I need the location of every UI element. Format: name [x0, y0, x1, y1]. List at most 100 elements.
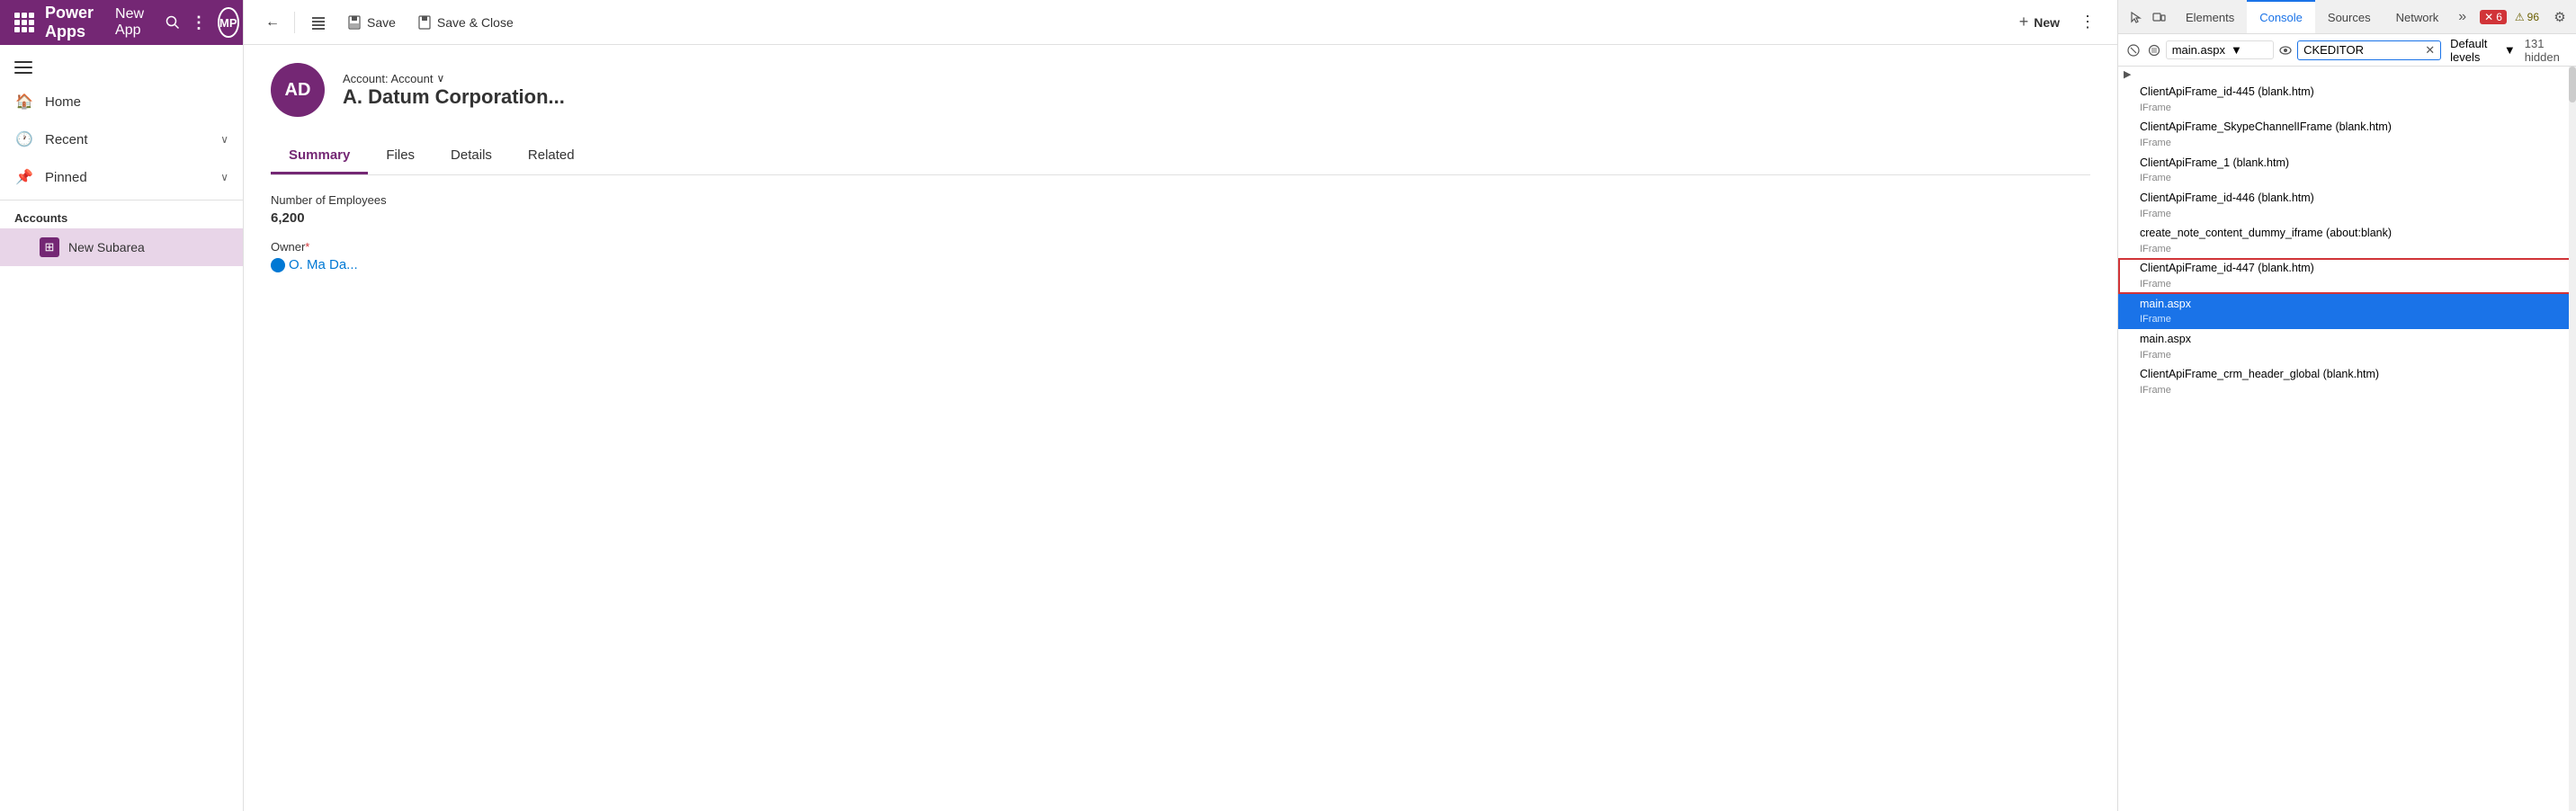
back-button[interactable]: ← — [258, 9, 287, 36]
clear-console-icon[interactable] — [2125, 40, 2142, 61]
sidebar: 🏠 Home 🕐 Recent ∨ 📌 Pinned ∨ Accounts ⊞ … — [0, 45, 243, 266]
tab-summary[interactable]: Summary — [271, 138, 368, 174]
tabs-bar: Summary Files Details Related — [271, 138, 2090, 175]
list-item[interactable]: ClientApiFrame_id-446 (blank.htm) IFrame — [2118, 188, 2576, 223]
more-commands-button[interactable]: ⋮ — [2072, 7, 2103, 37]
devtools-tab-elements[interactable]: Elements — [2173, 0, 2247, 33]
tab-related[interactable]: Related — [510, 138, 593, 174]
item-main-text: ClientApiFrame_SkypeChannelIFrame (blank… — [2140, 119, 2567, 136]
save-close-button[interactable]: Save & Close — [408, 10, 523, 35]
list-item[interactable]: ClientApiFrame_1 (blank.htm) IFrame — [2118, 153, 2576, 188]
apps-grid-icon[interactable] — [14, 13, 34, 32]
new-label: New — [2034, 15, 2060, 30]
inspect-element-icon[interactable] — [2125, 6, 2147, 28]
item-main-text: main.aspx — [2140, 296, 2567, 313]
employees-value: 6,200 — [271, 210, 2090, 226]
scrollbar-thumb[interactable] — [2569, 67, 2576, 102]
save-close-label: Save & Close — [437, 15, 514, 30]
home-icon: 🏠 — [14, 92, 34, 111]
field-employees: Number of Employees 6,200 — [271, 193, 2090, 226]
item-main-text: create_note_content_dummy_iframe (about:… — [2140, 225, 2567, 242]
sidebar-item-recent[interactable]: 🕐 Recent ∨ — [0, 120, 243, 158]
error-badge[interactable]: ✕ 6 — [2480, 10, 2507, 24]
levels-label: Default levels — [2450, 37, 2500, 64]
more-options-button[interactable]: ⋮ — [191, 10, 207, 35]
employees-label: Number of Employees — [271, 193, 2090, 207]
list-item-selected[interactable]: main.aspx IFrame — [2118, 294, 2576, 329]
devtools-tab-console[interactable]: Console — [2247, 0, 2315, 33]
tab-details[interactable]: Details — [433, 138, 510, 174]
sidebar-item-home[interactable]: 🏠 Home — [0, 83, 243, 120]
sidebar-hamburger-button[interactable] — [0, 52, 243, 83]
owner-value[interactable]: O. Ma Da... — [271, 257, 2090, 272]
field-owner: Owner* O. Ma Da... — [271, 240, 2090, 272]
levels-chevron-icon: ▼ — [2504, 43, 2516, 57]
user-avatar[interactable]: MP — [218, 7, 239, 38]
list-item[interactable]: ClientApiFrame_crm_header_global (blank.… — [2118, 364, 2576, 399]
record-entity-label: Account: Account ∨ — [343, 72, 565, 85]
item-sub-text: IFrame — [2140, 136, 2567, 151]
item-main-text: ClientApiFrame_crm_header_global (blank.… — [2140, 366, 2567, 383]
new-button[interactable]: + New — [2010, 7, 2069, 37]
search-button[interactable] — [165, 10, 180, 35]
warning-icon: ⚠ — [2515, 11, 2525, 23]
eye-icon[interactable] — [2277, 40, 2294, 61]
record-header: AD Account: Account ∨ A. Datum Corporati… — [271, 63, 2090, 117]
filter-input-wrap[interactable]: ✕ — [2297, 40, 2441, 60]
form-section: Number of Employees 6,200 Owner* O. Ma D… — [271, 193, 2090, 301]
context-selector[interactable]: main.aspx ▼ — [2166, 40, 2274, 59]
list-item[interactable]: ClientApiFrame_id-447 (blank.htm) IFrame — [2118, 258, 2576, 293]
hidden-count: 131 hidden — [2525, 37, 2569, 64]
item-sub-text: IFrame — [2140, 171, 2567, 186]
cmd-divider — [294, 12, 295, 33]
app-name: New App — [115, 6, 144, 39]
sidebar-item-recent-label: Recent — [45, 132, 210, 147]
devtools-panel: Elements Console Sources Network » ✕ 6 ⚠… — [2117, 0, 2576, 811]
filter-input[interactable] — [2303, 43, 2421, 57]
levels-selector[interactable]: Default levels ▼ — [2445, 35, 2521, 66]
hamburger-icon — [14, 61, 32, 74]
item-sub-text: IFrame — [2140, 101, 2567, 116]
recent-chevron-icon: ∨ — [220, 133, 228, 146]
expand-arrow[interactable]: ▶ — [2118, 67, 2576, 82]
item-main-text: ClientApiFrame_1 (blank.htm) — [2140, 155, 2567, 172]
sidebar-item-pinned[interactable]: 📌 Pinned ∨ — [0, 158, 243, 196]
left-panel: Power Apps New App ⋮ MP 🏠 Home 🕐 Recent … — [0, 0, 243, 811]
scrollbar-track[interactable] — [2569, 67, 2576, 811]
context-value: main.aspx — [2172, 43, 2225, 57]
warning-count: 96 — [2527, 11, 2539, 23]
item-sub-text: IFrame — [2140, 277, 2567, 292]
main-content: ← Save Save & Close — [243, 0, 2117, 811]
item-main-text: ClientApiFrame_id-446 (blank.htm) — [2140, 190, 2567, 207]
sidebar-item-new-subarea[interactable]: ⊞ New Subarea — [0, 228, 243, 266]
list-item[interactable]: ClientApiFrame_SkypeChannelIFrame (blank… — [2118, 117, 2576, 152]
list-item[interactable]: create_note_content_dummy_iframe (about:… — [2118, 223, 2576, 258]
devtools-dropdown: ▶ ClientApiFrame_id-445 (blank.htm) IFra… — [2118, 67, 2576, 811]
entity-chevron-icon: ∨ — [436, 72, 444, 85]
item-main-text: main.aspx — [2140, 331, 2567, 348]
more-tabs-button[interactable]: » — [2451, 5, 2473, 29]
new-subarea-icon: ⊞ — [40, 237, 59, 257]
devtools-tab-network[interactable]: Network — [2384, 0, 2452, 33]
filter-clear-button[interactable]: ✕ — [2425, 43, 2435, 58]
top-bar: Power Apps New App ⋮ MP — [0, 0, 243, 45]
recent-icon: 🕐 — [14, 129, 34, 149]
device-toolbar-icon[interactable] — [2148, 6, 2169, 28]
command-bar: ← Save Save & Close — [244, 0, 2117, 45]
pinned-chevron-icon: ∨ — [220, 171, 228, 183]
list-view-icon-button[interactable] — [302, 10, 335, 35]
owner-label: Owner* — [271, 240, 2090, 254]
save-button[interactable]: Save — [338, 10, 405, 35]
sidebar-item-pinned-label: Pinned — [45, 170, 210, 185]
stop-icon[interactable] — [2145, 40, 2161, 61]
devtools-tabs-bar: Elements Console Sources Network » ✕ 6 ⚠… — [2118, 0, 2576, 34]
devtools-tab-sources[interactable]: Sources — [2315, 0, 2384, 33]
settings-icon[interactable]: ⚙ — [2547, 4, 2572, 30]
record-name: A. Datum Corporation... — [343, 85, 565, 109]
tab-files[interactable]: Files — [368, 138, 433, 174]
item-sub-text: IFrame — [2140, 312, 2567, 327]
owner-circle-icon — [271, 258, 285, 272]
list-item[interactable]: main.aspx IFrame — [2118, 329, 2576, 364]
warning-badge[interactable]: ⚠ 96 — [2510, 10, 2544, 24]
list-item[interactable]: ClientApiFrame_id-445 (blank.htm) IFrame — [2118, 82, 2576, 117]
